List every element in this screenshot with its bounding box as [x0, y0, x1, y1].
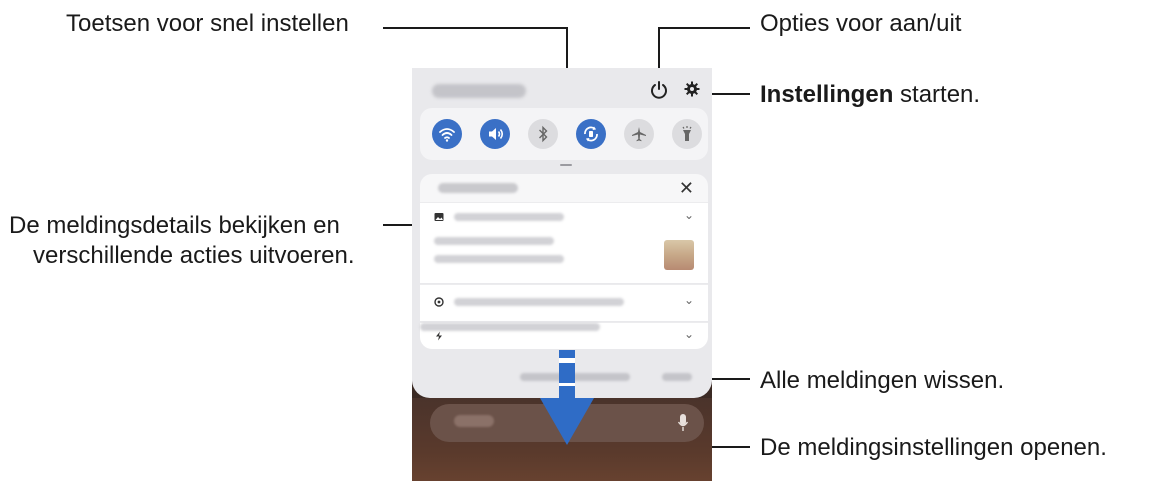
notif1-title-blurred	[434, 237, 554, 245]
leader-power-h	[658, 27, 750, 29]
group-title-blurred	[438, 183, 518, 193]
leader-quick-settings-h	[383, 27, 567, 29]
notification-group-header: ✕	[420, 174, 708, 202]
notif1-body-blurred	[434, 255, 564, 263]
notif2-text-blurred	[454, 298, 624, 306]
charging-icon	[436, 331, 442, 341]
notification-card-3[interactable]: ⌄	[420, 322, 708, 349]
flashlight-tile[interactable]	[672, 119, 702, 149]
close-icon[interactable]: ✕	[679, 177, 694, 199]
notification-card-1[interactable]: ⌄	[420, 202, 708, 283]
auto-rotate-tile[interactable]	[576, 119, 606, 149]
power-icon[interactable]	[650, 80, 668, 100]
leader-settings	[709, 93, 750, 95]
swipe-down-arrow	[540, 350, 594, 445]
notification-panel: ✕ ⌄ ⌄ ⌄	[412, 68, 712, 398]
gear-icon[interactable]	[684, 81, 700, 97]
flashlight-icon	[682, 126, 692, 141]
bluetooth-tile[interactable]	[528, 119, 558, 149]
date-time-blurred	[432, 84, 526, 98]
clear-all-button-blurred[interactable]	[662, 373, 692, 381]
search-placeholder-blurred	[454, 415, 494, 427]
chevron-down-icon[interactable]: ⌄	[684, 293, 694, 307]
sound-tile[interactable]	[480, 119, 510, 149]
callout-notif-details-1: De meldingsdetails bekijken en	[9, 212, 340, 239]
quick-settings-bar	[420, 108, 708, 160]
notif1-app-blurred	[454, 213, 564, 221]
callout-notif-settings: De meldingsinstellingen openen.	[760, 434, 1107, 461]
chevron-down-icon[interactable]: ⌄	[684, 208, 694, 222]
callout-settings: Instellingen starten.	[760, 80, 980, 110]
notification-card-2[interactable]: ⌄	[420, 284, 708, 321]
notif1-thumbnail	[664, 240, 694, 270]
drag-handle[interactable]	[560, 164, 572, 166]
wifi-icon	[439, 128, 455, 142]
callout-power-options: Opties voor aan/uit	[760, 10, 962, 37]
bluetooth-icon	[539, 125, 548, 143]
notif3-text-blurred	[420, 323, 600, 331]
callout-settings-rest: starten.	[893, 81, 981, 108]
auto-rotate-icon	[584, 126, 598, 142]
callout-settings-bold: Instellingen	[760, 81, 894, 108]
phone-screen: ✕ ⌄ ⌄ ⌄	[412, 68, 712, 481]
callout-quick-settings: Toetsen voor snel instellen	[66, 10, 349, 37]
callout-notif-details-2: verschillende acties uitvoeren.	[33, 242, 355, 269]
airplane-icon	[632, 127, 646, 142]
mic-icon[interactable]	[678, 414, 688, 432]
sound-icon	[489, 128, 504, 140]
image-icon	[434, 213, 444, 221]
airplane-mode-tile[interactable]	[624, 119, 654, 149]
callout-clear-all: Alle meldingen wissen.	[760, 367, 1005, 394]
wifi-tile[interactable]	[432, 119, 462, 149]
chevron-down-icon[interactable]: ⌄	[684, 327, 694, 341]
target-icon	[434, 297, 444, 307]
